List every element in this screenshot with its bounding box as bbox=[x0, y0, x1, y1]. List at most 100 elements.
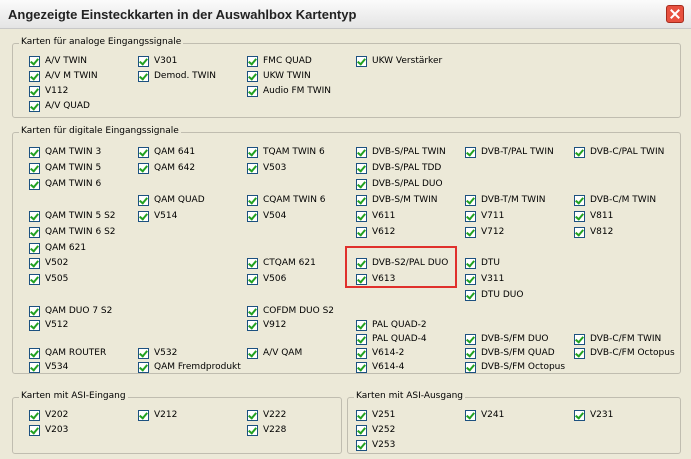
checkbox-box[interactable] bbox=[356, 147, 367, 158]
checkbox-label: QAM TWIN 5 bbox=[45, 163, 102, 173]
dialog-window: Angezeigte Einsteckkarten in der Auswahl… bbox=[0, 0, 691, 459]
checkbox-box[interactable] bbox=[356, 227, 367, 238]
dialog-title: Angezeigte Einsteckkarten in der Auswahl… bbox=[8, 7, 357, 22]
checkbox-box[interactable] bbox=[247, 211, 258, 222]
checkbox-box[interactable] bbox=[574, 195, 585, 206]
checkbox-box[interactable] bbox=[29, 211, 40, 222]
checkbox-box[interactable] bbox=[138, 163, 149, 174]
checkbox-box[interactable] bbox=[247, 274, 258, 285]
group-analog-label: Karten für analoge Eingangssignale bbox=[19, 37, 184, 47]
checkbox-box[interactable] bbox=[138, 71, 149, 82]
checkbox-box[interactable] bbox=[465, 195, 476, 206]
checkbox-box[interactable] bbox=[465, 147, 476, 158]
checkbox-box[interactable] bbox=[247, 56, 258, 67]
checkbox-box[interactable] bbox=[29, 425, 40, 436]
checkbox-box[interactable] bbox=[356, 195, 367, 206]
checkbox-box[interactable] bbox=[465, 211, 476, 222]
checkbox-box[interactable] bbox=[247, 410, 258, 421]
checkbox-box[interactable] bbox=[138, 362, 149, 373]
checkbox-box[interactable] bbox=[29, 227, 40, 238]
checkbox-label: CQAM TWIN 6 bbox=[263, 195, 326, 205]
checkbox-box[interactable] bbox=[356, 163, 367, 174]
checkbox-box[interactable] bbox=[138, 348, 149, 359]
checkbox-label: DVB-S/FM DUO bbox=[481, 334, 549, 344]
checkbox-box[interactable] bbox=[574, 227, 585, 238]
checkbox-box[interactable] bbox=[574, 334, 585, 345]
checkbox-box[interactable] bbox=[29, 86, 40, 97]
checkbox-box[interactable] bbox=[247, 71, 258, 82]
checkbox-label: V912 bbox=[263, 320, 287, 330]
checkbox-box[interactable] bbox=[29, 101, 40, 112]
checkbox-box[interactable] bbox=[356, 334, 367, 345]
checkbox-box[interactable] bbox=[247, 306, 258, 317]
checkbox-box[interactable] bbox=[574, 410, 585, 421]
checkbox-box[interactable] bbox=[465, 362, 476, 373]
checkbox-box[interactable] bbox=[465, 410, 476, 421]
checkbox-box[interactable] bbox=[465, 290, 476, 301]
checkbox-box[interactable] bbox=[29, 320, 40, 331]
checkbox-box[interactable] bbox=[29, 258, 40, 269]
checkbox-box[interactable] bbox=[356, 348, 367, 359]
checkbox-box[interactable] bbox=[29, 71, 40, 82]
checkbox-box[interactable] bbox=[465, 274, 476, 285]
checkbox-box[interactable] bbox=[356, 211, 367, 222]
checkbox-box[interactable] bbox=[465, 334, 476, 345]
checkbox-box[interactable] bbox=[247, 163, 258, 174]
checkbox-box[interactable] bbox=[29, 410, 40, 421]
checkbox-box[interactable] bbox=[29, 56, 40, 67]
checkbox-label: CTQAM 621 bbox=[263, 258, 316, 268]
checkbox-box[interactable] bbox=[574, 147, 585, 158]
checkbox-box[interactable] bbox=[29, 163, 40, 174]
checkbox-label: V532 bbox=[154, 348, 178, 358]
checkbox-label: QAM TWIN 6 bbox=[45, 179, 102, 189]
checkbox-label: V241 bbox=[481, 410, 505, 420]
checkbox-box[interactable] bbox=[138, 211, 149, 222]
checkbox-box[interactable] bbox=[465, 258, 476, 269]
checkbox-box[interactable] bbox=[247, 258, 258, 269]
checkbox-box[interactable] bbox=[247, 320, 258, 331]
checkbox-label: TQAM TWIN 6 bbox=[263, 147, 325, 157]
checkbox-box[interactable] bbox=[29, 274, 40, 285]
checkbox-box[interactable] bbox=[247, 147, 258, 158]
checkbox-box[interactable] bbox=[247, 425, 258, 436]
checkbox-box[interactable] bbox=[29, 348, 40, 359]
checkbox-box[interactable] bbox=[465, 227, 476, 238]
checkbox-box[interactable] bbox=[138, 147, 149, 158]
checkbox-box[interactable] bbox=[574, 348, 585, 359]
checkbox-box[interactable] bbox=[356, 56, 367, 67]
checkbox-box[interactable] bbox=[247, 195, 258, 206]
checkbox-label: V514 bbox=[154, 211, 178, 221]
group-digital-label: Karten für digitale Eingangssignale bbox=[19, 126, 181, 136]
checkbox-box[interactable] bbox=[465, 348, 476, 359]
checkbox-box[interactable] bbox=[29, 306, 40, 317]
checkbox-box[interactable] bbox=[29, 243, 40, 254]
checkbox-box[interactable] bbox=[574, 211, 585, 222]
checkbox-box[interactable] bbox=[29, 147, 40, 158]
checkbox-box[interactable] bbox=[138, 56, 149, 67]
checkbox-label: DVB-S/PAL DUO bbox=[372, 179, 443, 189]
checkbox-label: V504 bbox=[263, 211, 287, 221]
checkbox-box[interactable] bbox=[356, 179, 367, 190]
checkbox-box[interactable] bbox=[29, 362, 40, 373]
checkbox-box[interactable] bbox=[247, 86, 258, 97]
checkbox-label: V251 bbox=[372, 410, 396, 420]
checkbox-label: V612 bbox=[372, 227, 396, 237]
checkbox-box[interactable] bbox=[356, 320, 367, 331]
checkbox-label: QAM 642 bbox=[154, 163, 196, 173]
checkbox-label: A/V QAM bbox=[263, 348, 303, 358]
close-icon[interactable] bbox=[666, 5, 684, 23]
checkbox-box[interactable] bbox=[356, 362, 367, 373]
checkbox-label: DVB-S/FM Octopus bbox=[481, 362, 566, 372]
checkbox-box[interactable] bbox=[356, 440, 367, 451]
checkbox-box[interactable] bbox=[356, 425, 367, 436]
checkbox-box[interactable] bbox=[138, 410, 149, 421]
checkbox-box[interactable] bbox=[138, 195, 149, 206]
checkbox-label: V712 bbox=[481, 227, 505, 237]
checkbox-label: UKW Verstärker bbox=[372, 56, 443, 66]
checkbox-box[interactable] bbox=[29, 179, 40, 190]
checkbox-label: V611 bbox=[372, 211, 396, 221]
checkbox-box[interactable] bbox=[247, 348, 258, 359]
checkbox-label: V503 bbox=[263, 163, 287, 173]
checkbox-box[interactable] bbox=[356, 410, 367, 421]
checkbox-label: DVB-S/FM QUAD bbox=[481, 348, 555, 358]
